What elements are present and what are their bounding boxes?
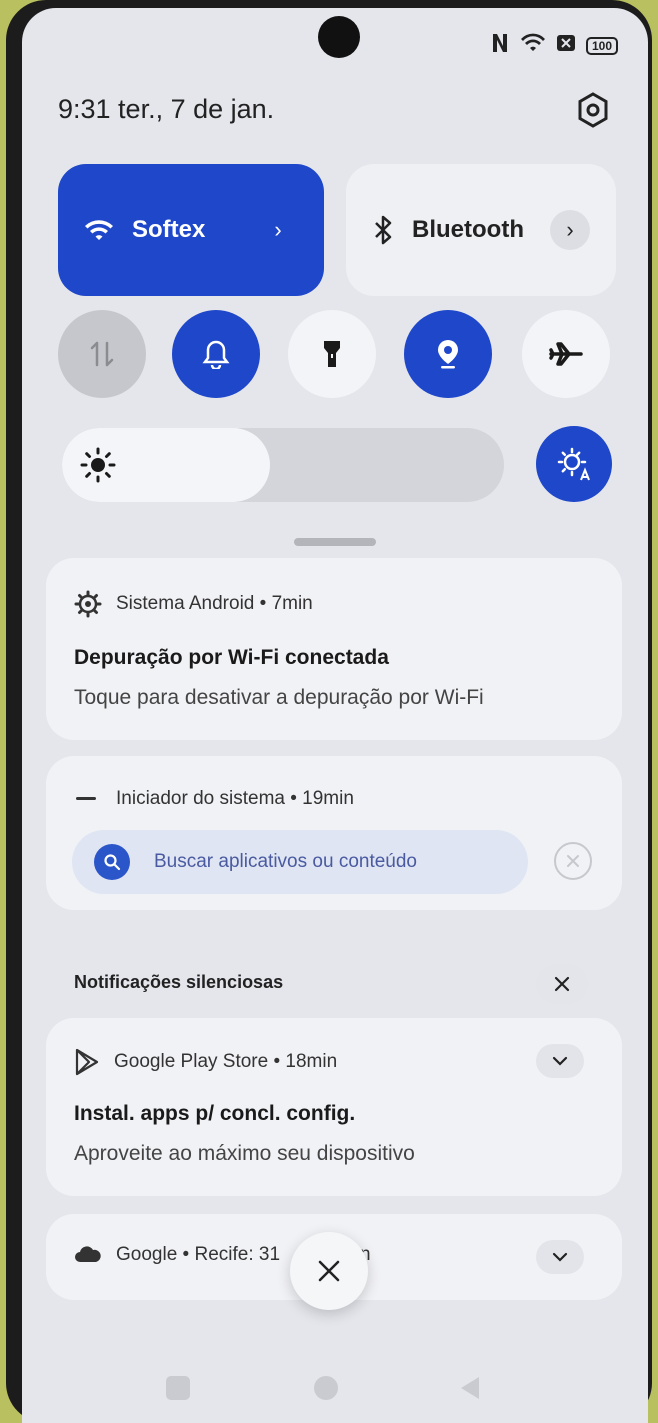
nfc-icon — [490, 32, 510, 59]
wifi-network-name: Softex — [132, 216, 206, 243]
airplane-mode-toggle[interactable] — [522, 310, 610, 398]
notification-header: Google Play Store • 18min — [74, 1048, 337, 1076]
data-arrows-icon — [90, 341, 114, 367]
recents-button[interactable] — [162, 1372, 194, 1404]
notification-header: Sistema Android • 7min — [74, 590, 313, 618]
sound-toggle[interactable] — [172, 310, 260, 398]
notification-title: Instal. apps p/ concl. config. — [74, 1102, 356, 1125]
notification-title: Depuração por Wi-Fi conectada — [74, 646, 389, 669]
bell-icon — [202, 340, 230, 369]
phone-frame: 100 9:31 ter., 7 de jan. Softex › Blueto… — [6, 0, 652, 1423]
mobile-data-toggle[interactable] — [58, 310, 146, 398]
close-icon — [567, 855, 579, 867]
wifi-status-icon — [520, 33, 546, 58]
notification-app-name: Google • Recife: 31 — [116, 1244, 281, 1265]
home-icon — [314, 1376, 338, 1400]
notification-app-name: Iniciador do sistema • 19min — [116, 788, 354, 809]
auto-brightness-icon — [557, 447, 590, 481]
chevron-down-icon — [552, 1252, 568, 1262]
flashlight-icon — [324, 341, 340, 367]
clock-date: 9:31 ter., 7 de jan. — [58, 94, 275, 124]
brightness-slider[interactable] — [62, 428, 504, 502]
search-icon — [94, 844, 130, 880]
notification-app-name: Sistema Android • 7min — [116, 593, 313, 614]
clear-silent-button[interactable] — [536, 964, 588, 1004]
notification-text: Toque para desativar a depuração por Wi-… — [74, 686, 484, 709]
notification-header: Iniciador do sistema • 19min — [74, 788, 354, 810]
notification-app-name: Google Play Store • 18min — [114, 1051, 338, 1072]
close-shade-button[interactable] — [290, 1232, 368, 1310]
notification-card[interactable]: Google Play Store • 18min Instal. apps p… — [46, 1018, 622, 1196]
expand-notification-button[interactable] — [536, 1044, 584, 1078]
notification-shade: 100 9:31 ter., 7 de jan. Softex › Blueto… — [22, 8, 648, 1423]
shade-drag-handle[interactable] — [294, 538, 376, 546]
notification-card[interactable]: Sistema Android • 7min Depuração por Wi-… — [46, 558, 622, 740]
silent-notifications-label: Notificações silenciosas — [74, 972, 284, 992]
chevron-right-icon[interactable]: › — [550, 210, 590, 250]
location-toggle[interactable] — [404, 310, 492, 398]
chevron-down-icon — [552, 1056, 568, 1066]
airplane-icon — [549, 342, 583, 366]
chevron-right-icon[interactable]: › — [258, 210, 298, 250]
settings-button[interactable] — [570, 84, 616, 136]
wifi-icon — [85, 220, 113, 240]
flashlight-toggle[interactable] — [288, 310, 376, 398]
bluetooth-label: Bluetooth — [412, 216, 524, 243]
dismiss-search-button[interactable] — [554, 842, 592, 880]
app-search-bar[interactable]: Buscar aplicativos ou conteúdo — [72, 830, 528, 894]
launcher-icon — [76, 797, 96, 800]
battery-indicator: 100 — [585, 36, 618, 55]
bluetooth-tile[interactable]: Bluetooth › — [346, 164, 616, 296]
sun-icon — [80, 447, 116, 483]
recents-icon — [166, 1376, 190, 1400]
home-button[interactable] — [310, 1372, 342, 1404]
play-store-icon — [75, 1048, 99, 1076]
back-icon — [461, 1377, 479, 1399]
front-camera — [318, 16, 360, 58]
back-button[interactable] — [454, 1372, 486, 1404]
sim-icon — [556, 34, 576, 57]
close-icon — [554, 976, 570, 992]
expand-notification-button[interactable] — [536, 1240, 584, 1274]
wifi-tile[interactable]: Softex › — [58, 164, 324, 296]
android-system-gear-icon — [74, 590, 102, 618]
gear-icon — [578, 92, 608, 128]
location-pin-icon — [438, 340, 458, 369]
status-bar-icons: 100 — [490, 32, 618, 59]
auto-brightness-toggle[interactable] — [536, 426, 612, 502]
cloud-icon — [75, 1246, 101, 1262]
close-icon — [318, 1260, 340, 1282]
notification-text: Aproveite ao máximo seu dispositivo — [74, 1142, 415, 1165]
bluetooth-icon — [375, 215, 392, 245]
search-placeholder: Buscar aplicativos ou conteúdo — [154, 851, 417, 872]
